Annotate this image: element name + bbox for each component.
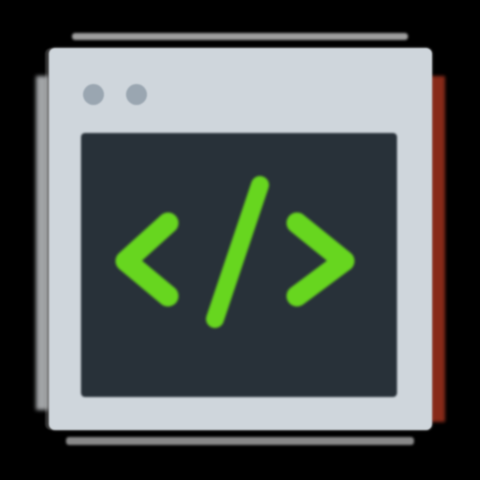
window-left-shadow (36, 76, 48, 410)
code-window-illustration (0, 0, 480, 480)
top-edge-line (72, 33, 408, 40)
left-angle-bracket-icon (115, 212, 179, 307)
window-control-dot (83, 84, 104, 105)
right-angle-bracket-icon (286, 212, 355, 307)
window-right-shadow (430, 76, 445, 422)
window-control-dot (126, 84, 147, 105)
bottom-edge-line (66, 437, 414, 445)
code-brackets-icon (115, 176, 355, 328)
slash-icon (206, 176, 269, 328)
